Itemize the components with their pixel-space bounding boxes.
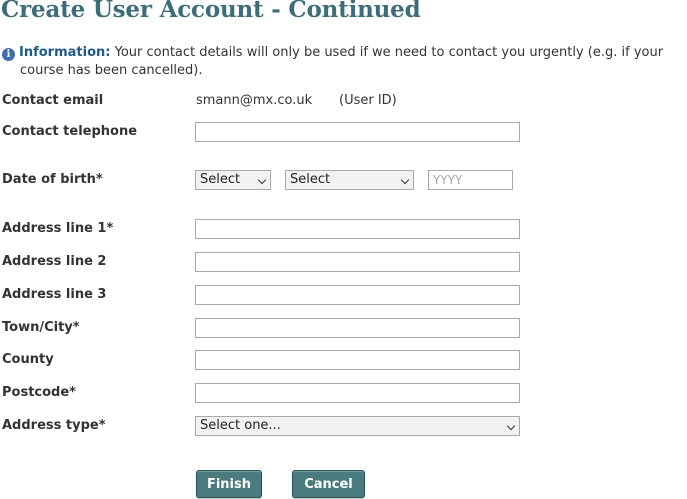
information-label: Information: — [19, 45, 111, 60]
contact-telephone-input[interactable] — [195, 122, 520, 142]
birth-day-selected: Select — [200, 172, 241, 187]
address-line-3-input[interactable] — [195, 285, 520, 305]
postcode-label: Postcode* — [2, 385, 76, 400]
information-notice: i Information: Your contact details will … — [2, 44, 686, 80]
birth-year-input[interactable] — [428, 170, 513, 190]
address-line-1-input[interactable] — [195, 219, 520, 239]
postcode-input[interactable] — [195, 383, 520, 403]
address-type-selected: Select one... — [200, 418, 281, 433]
address-type-label: Address type* — [2, 418, 106, 433]
address-type-select[interactable]: Select one... — [195, 416, 520, 436]
chevron-down-icon — [506, 421, 516, 431]
address-line-1-label: Address line 1* — [2, 221, 114, 236]
address-line-2-input[interactable] — [195, 252, 520, 272]
county-input[interactable] — [195, 350, 520, 370]
create-user-account-page: Create User Account - Continued i Informa… — [0, 0, 687, 499]
chevron-down-icon — [257, 175, 267, 185]
contact-telephone-label: Contact telephone — [2, 124, 138, 139]
date-of-birth-label: Date of birth* — [2, 172, 103, 187]
cancel-button[interactable]: Cancel — [292, 470, 365, 498]
town-city-label: Town/City* — [2, 320, 80, 335]
county-label: County — [2, 352, 54, 367]
address-line-2-label: Address line 2 — [2, 254, 107, 269]
address-line-3-label: Address line 3 — [2, 287, 107, 302]
birth-month-selected: Select — [290, 172, 331, 187]
user-id-note: (User ID) — [339, 93, 397, 108]
page-title: Create User Account - Continued — [1, 0, 421, 23]
birth-month-select[interactable]: Select — [285, 170, 414, 190]
information-icon: i — [2, 48, 15, 61]
information-text-line-1: Your contact details will only be used i… — [110, 45, 664, 60]
contact-email-value: smann@mx.co.uk — [196, 93, 313, 108]
chevron-down-icon — [400, 175, 410, 185]
birth-day-select[interactable]: Select — [195, 170, 271, 190]
information-text-line-2: course has been cancelled). — [20, 63, 203, 78]
contact-email-label: Contact email — [2, 93, 104, 108]
finish-button[interactable]: Finish — [196, 470, 262, 498]
town-city-input[interactable] — [195, 318, 520, 338]
